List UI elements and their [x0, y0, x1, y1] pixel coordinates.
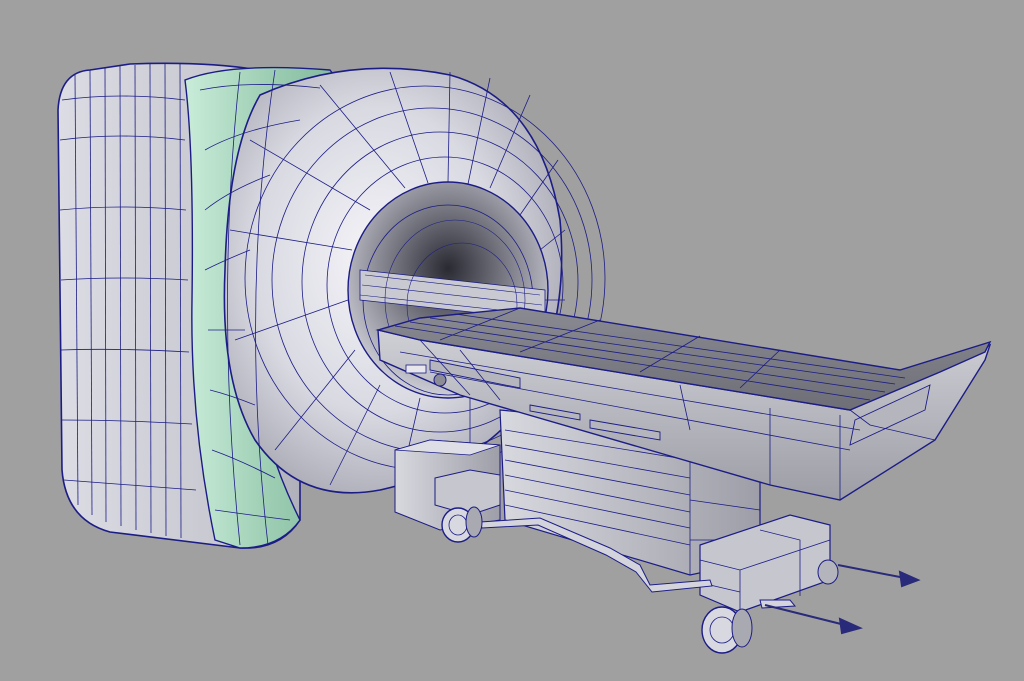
- front-base-block: [434, 469, 501, 516]
- 3d-viewport[interactable]: [0, 0, 1024, 681]
- arrow-head-upper: [898, 570, 921, 588]
- arrow-head-lower: [838, 617, 863, 635]
- scene-render: [57, 62, 992, 654]
- table-label-plate: [405, 364, 427, 374]
- table-knob: [433, 373, 447, 387]
- wheel-rear-right: [817, 559, 839, 585]
